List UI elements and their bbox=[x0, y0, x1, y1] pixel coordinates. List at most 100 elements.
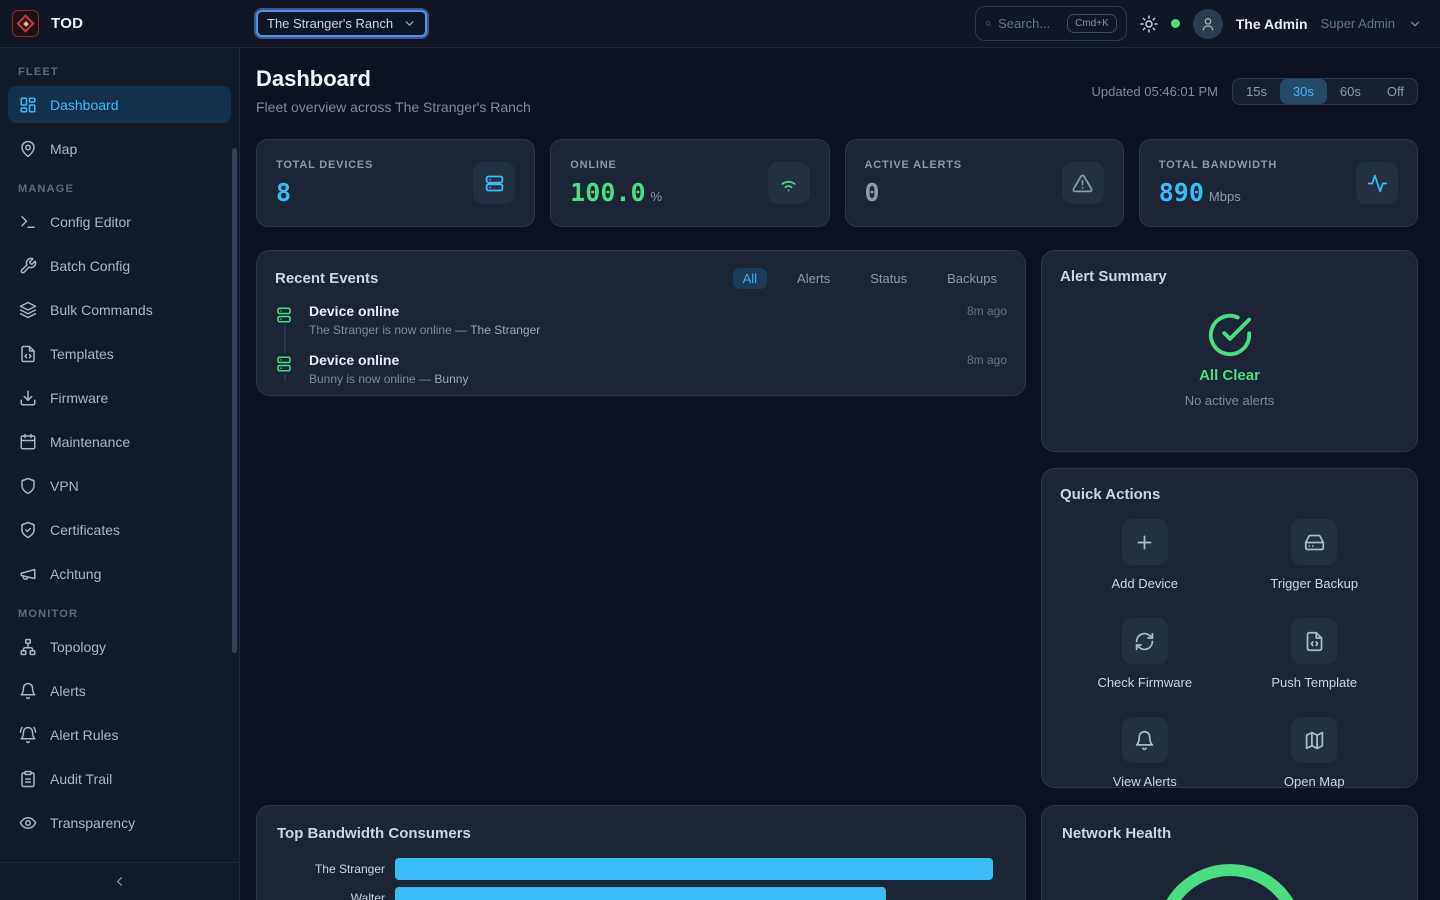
filter-backups[interactable]: Backups bbox=[937, 268, 1007, 289]
sidebar-section-fleet: FLEET bbox=[18, 66, 221, 78]
collapse-sidebar-button[interactable] bbox=[0, 862, 239, 900]
sidebar-item-certificates[interactable]: Certificates bbox=[8, 511, 231, 548]
user-role: Super Admin bbox=[1321, 16, 1395, 31]
stat-value: 890 bbox=[1159, 178, 1204, 207]
filter-alerts[interactable]: Alerts bbox=[787, 268, 840, 289]
sidebar-scrollbar-thumb[interactable] bbox=[232, 148, 237, 653]
server-icon bbox=[275, 304, 293, 326]
event-description: Bunny is now online — Bunny bbox=[309, 372, 1007, 386]
bandwidth-row: Walter bbox=[277, 887, 1005, 900]
sidebar: FLEET Dashboard Map MANAGE Config Editor… bbox=[0, 48, 240, 900]
sidebar-item-bulk-commands[interactable]: Bulk Commands bbox=[8, 291, 231, 328]
top-header: TOD The Stranger's Ranch Cmd+K The Admin… bbox=[0, 0, 1440, 48]
sidebar-item-audit-trail[interactable]: Audit Trail bbox=[8, 760, 231, 797]
quick-actions-panel: Quick Actions Add Device Trigger Backup … bbox=[1041, 468, 1418, 788]
stat-label: ONLINE bbox=[570, 159, 662, 171]
event-time: 8m ago bbox=[967, 353, 1007, 367]
user-icon bbox=[1200, 16, 1216, 32]
events-list: Device online 8m ago The Stranger is now… bbox=[275, 303, 1007, 386]
filter-all[interactable]: All bbox=[733, 268, 767, 289]
header-right: Cmd+K The Admin Super Admin bbox=[975, 6, 1440, 41]
shield-icon bbox=[19, 477, 37, 495]
sidebar-item-transparency[interactable]: Transparency bbox=[8, 804, 231, 841]
sidebar-item-label: Map bbox=[50, 141, 77, 157]
event-row[interactable]: Device online 8m ago Bunny is now online… bbox=[275, 352, 1007, 386]
sidebar-item-label: Batch Config bbox=[50, 258, 130, 274]
view-alerts-button[interactable]: View Alerts bbox=[1113, 717, 1177, 789]
sidebar-item-achtung[interactable]: Achtung bbox=[8, 555, 231, 592]
sidebar-item-topology[interactable]: Topology bbox=[8, 628, 231, 665]
event-title: Device online bbox=[309, 303, 399, 319]
calendar-icon bbox=[19, 433, 37, 451]
push-template-button[interactable]: Push Template bbox=[1271, 618, 1357, 690]
avatar[interactable] bbox=[1193, 9, 1223, 39]
sidebar-item-batch-config[interactable]: Batch Config bbox=[8, 247, 231, 284]
top-bandwidth-panel: Top Bandwidth Consumers The Stranger Wal… bbox=[256, 805, 1026, 900]
global-search[interactable]: Cmd+K bbox=[975, 6, 1127, 41]
sidebar-item-label: Templates bbox=[50, 346, 114, 362]
theme-toggle-button[interactable] bbox=[1140, 15, 1158, 33]
network-icon bbox=[19, 638, 37, 656]
main-content: Dashboard Fleet overview across The Stra… bbox=[240, 48, 1440, 900]
open-map-button[interactable]: Open Map bbox=[1284, 717, 1345, 789]
sidebar-item-vpn[interactable]: VPN bbox=[8, 467, 231, 504]
chevron-down-icon bbox=[1408, 17, 1422, 31]
stat-card-online: ONLINE 100.0% bbox=[550, 139, 829, 227]
search-shortcut-badge: Cmd+K bbox=[1067, 14, 1117, 33]
stat-label: TOTAL DEVICES bbox=[276, 159, 373, 171]
refresh-15s-button[interactable]: 15s bbox=[1233, 79, 1280, 104]
event-row[interactable]: Device online 8m ago The Stranger is now… bbox=[275, 303, 1007, 337]
sidebar-item-dashboard[interactable]: Dashboard bbox=[8, 86, 231, 123]
sidebar-item-config-editor[interactable]: Config Editor bbox=[8, 203, 231, 240]
file-code-icon bbox=[1291, 618, 1337, 664]
refresh-icon bbox=[1122, 618, 1168, 664]
add-device-button[interactable]: Add Device bbox=[1112, 519, 1178, 591]
trigger-backup-button[interactable]: Trigger Backup bbox=[1270, 519, 1358, 591]
bell-icon bbox=[19, 682, 37, 700]
sidebar-item-map[interactable]: Map bbox=[8, 130, 231, 167]
refresh-30s-button[interactable]: 30s bbox=[1280, 79, 1327, 104]
sidebar-item-label: Topology bbox=[50, 639, 106, 655]
alert-detail-text: No active alerts bbox=[1185, 393, 1275, 408]
filter-status[interactable]: Status bbox=[860, 268, 917, 289]
megaphone-icon bbox=[19, 565, 37, 583]
recent-events-title: Recent Events bbox=[275, 270, 378, 287]
layers-icon bbox=[19, 301, 37, 319]
eye-icon bbox=[19, 814, 37, 832]
sidebar-item-label: Maintenance bbox=[50, 434, 130, 450]
chevron-left-icon bbox=[112, 874, 127, 889]
stat-unit: % bbox=[651, 189, 663, 204]
site-selector-value: The Stranger's Ranch bbox=[267, 16, 393, 31]
user-menu-button[interactable] bbox=[1408, 17, 1422, 31]
connection-status-dot bbox=[1171, 19, 1180, 28]
sidebar-item-firmware[interactable]: Firmware bbox=[8, 379, 231, 416]
wrench-icon bbox=[19, 257, 37, 275]
stat-value: 100.0 bbox=[570, 178, 645, 207]
sidebar-item-alert-rules[interactable]: Alert Rules bbox=[8, 716, 231, 753]
event-device-name: The Stranger bbox=[470, 323, 540, 337]
file-code-icon bbox=[19, 345, 37, 363]
sun-icon bbox=[1140, 15, 1158, 33]
alert-summary-title: Alert Summary bbox=[1060, 268, 1399, 285]
page-title: Dashboard bbox=[256, 66, 531, 92]
sidebar-item-maintenance[interactable]: Maintenance bbox=[8, 423, 231, 460]
recent-events-panel: Recent Events All Alerts Status Backups bbox=[256, 250, 1026, 396]
sidebar-item-templates[interactable]: Templates bbox=[8, 335, 231, 372]
refresh-60s-button[interactable]: 60s bbox=[1327, 79, 1374, 104]
hard-drive-icon bbox=[1291, 519, 1337, 565]
stat-value: 8 bbox=[276, 178, 291, 207]
search-input[interactable] bbox=[998, 16, 1060, 31]
sidebar-item-label: Certificates bbox=[50, 522, 120, 538]
stat-value: 0 bbox=[865, 178, 880, 207]
check-firmware-button[interactable]: Check Firmware bbox=[1097, 618, 1192, 690]
plus-icon bbox=[1122, 519, 1168, 565]
bandwidth-chart-title: Top Bandwidth Consumers bbox=[277, 825, 1005, 842]
app-name: TOD bbox=[51, 15, 83, 32]
refresh-off-button[interactable]: Off bbox=[1374, 79, 1417, 104]
bar-label: Walter bbox=[277, 891, 395, 900]
bandwidth-bar-chart: The Stranger Walter bbox=[277, 858, 1005, 900]
sidebar-item-alerts[interactable]: Alerts bbox=[8, 672, 231, 709]
event-time: 8m ago bbox=[967, 304, 1007, 318]
page-subtitle: Fleet overview across The Stranger's Ran… bbox=[256, 99, 531, 115]
site-selector-dropdown[interactable]: The Stranger's Ranch bbox=[256, 10, 427, 37]
